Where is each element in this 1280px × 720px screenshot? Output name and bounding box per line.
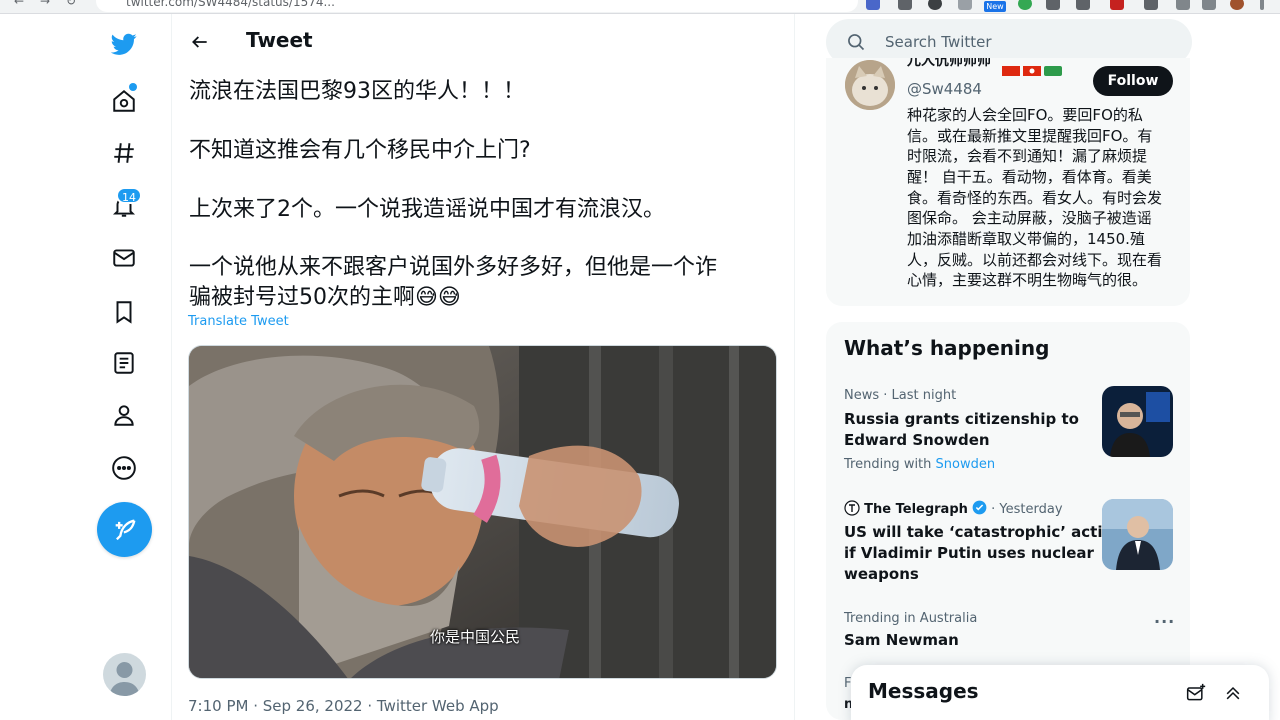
account-avatar[interactable] bbox=[103, 653, 146, 696]
browser-reload-icon[interactable]: ↻ bbox=[66, 0, 76, 8]
video-subtitle: 你是中国公民 bbox=[430, 628, 521, 646]
address-bar-text: twitter.com/SW4484/status/1574... bbox=[126, 0, 335, 9]
translate-tweet-link[interactable]: Translate Tweet bbox=[188, 314, 289, 329]
extension-icon[interactable] bbox=[928, 0, 942, 10]
extension-icon[interactable] bbox=[1144, 0, 1158, 10]
green-emoji-icon bbox=[1044, 66, 1062, 76]
hk-flag-icon bbox=[1023, 66, 1041, 76]
trend-more-button[interactable]: ··· bbox=[1154, 612, 1175, 631]
search-input[interactable] bbox=[885, 31, 1175, 53]
extension-icon[interactable] bbox=[1202, 0, 1216, 10]
twitter-logo-icon[interactable] bbox=[104, 24, 144, 64]
profile-bio-line: 食。看奇怪的东西。看女人。有时会发 bbox=[907, 189, 1163, 207]
browser-back-icon[interactable]: ← bbox=[14, 0, 24, 8]
messages-envelope-icon[interactable] bbox=[104, 238, 144, 278]
trend-thumbnail[interactable] bbox=[1102, 499, 1173, 570]
browser-toolbar: ← → ↻ twitter.com/SW4484/status/1574... bbox=[0, 0, 1280, 14]
new-badge: New bbox=[984, 1, 1006, 12]
more-circle-icon[interactable] bbox=[104, 448, 144, 488]
profile-bio-line: 心情，主要这群不明生物晦气的很。 bbox=[907, 271, 1148, 289]
browser-profile-avatar[interactable] bbox=[1230, 0, 1244, 10]
home-unread-dot bbox=[129, 83, 137, 91]
profile-person-icon[interactable] bbox=[104, 395, 144, 435]
trend-context: News · Last night bbox=[844, 388, 957, 403]
tweet-text-line: 上次来了2个。一个说我造谣说中国才有流浪汉。 bbox=[189, 197, 665, 222]
expand-chevron-icon[interactable] bbox=[1221, 681, 1245, 705]
profile-bio-line: 加油添醋断章取义带偏的，1450.殖 bbox=[907, 230, 1145, 248]
tweet-text-line: 一个说他从来不跟客户说国外多好多好，但他是一个诈 bbox=[189, 255, 718, 280]
browser-menu-icon[interactable] bbox=[1260, 0, 1264, 10]
trend-headline-line[interactable]: if Vladimir Putin uses nuclear bbox=[844, 543, 1094, 564]
home-icon[interactable] bbox=[104, 81, 144, 121]
search-icon bbox=[848, 34, 865, 51]
trend-context: Trending in Australia bbox=[844, 611, 978, 626]
trending-with: Trending with Snowden bbox=[844, 457, 995, 472]
telegraph-logo-icon bbox=[844, 500, 860, 516]
extension-icon[interactable] bbox=[1076, 0, 1090, 10]
messages-title: Messages bbox=[868, 679, 979, 703]
back-button[interactable] bbox=[187, 29, 213, 55]
profile-name-text: 兀人伉师师师 bbox=[907, 58, 991, 69]
trending-with-label: Trending with bbox=[844, 457, 932, 472]
extension-icon[interactable] bbox=[1110, 0, 1124, 10]
profile-bio-line: 信。或在最新推文里提醒我回FO。有 bbox=[907, 127, 1153, 145]
trend-headline-line[interactable]: Sam Newman bbox=[844, 630, 959, 651]
extension-icon[interactable] bbox=[958, 0, 972, 10]
profile-avatar[interactable] bbox=[845, 60, 895, 110]
tweet-text-line: 骗被封号过50次的主啊😅😅 bbox=[189, 285, 461, 310]
profile-handle[interactable]: @Sw4484 bbox=[907, 80, 982, 98]
trend-source-name: The Telegraph bbox=[864, 502, 968, 517]
lists-icon[interactable] bbox=[104, 343, 144, 383]
extension-icon[interactable] bbox=[898, 0, 912, 10]
verified-badge-icon bbox=[972, 500, 987, 515]
compose-tweet-button[interactable] bbox=[97, 502, 152, 557]
trend-headline-line[interactable]: Edward Snowden bbox=[844, 430, 990, 451]
extension-icon[interactable] bbox=[1176, 0, 1190, 10]
extension-icon[interactable] bbox=[1046, 0, 1060, 10]
trend-headline-line[interactable]: weapons bbox=[844, 564, 919, 585]
follow-button[interactable]: Follow bbox=[1093, 66, 1173, 96]
trend-headline-line[interactable]: US will take ‘catastrophic’ action bbox=[844, 522, 1123, 543]
back-arrow-icon bbox=[192, 36, 207, 48]
page: ← → ↻ twitter.com/SW4484/status/1574... … bbox=[0, 0, 1280, 720]
profile-bio-line: 醒！ 自干五。看动物，看体育。看美 bbox=[907, 168, 1152, 186]
extension-icon[interactable] bbox=[1018, 0, 1032, 10]
new-message-icon[interactable] bbox=[1184, 681, 1208, 705]
trend-thumbnail[interactable] bbox=[1102, 386, 1173, 457]
page-title: Tweet bbox=[246, 28, 313, 52]
bookmark-icon[interactable] bbox=[104, 292, 144, 332]
tweet-text-line: 不知道这推会有几个移民中介上门? bbox=[189, 138, 531, 163]
flag-icon bbox=[1002, 66, 1020, 76]
address-bar[interactable]: twitter.com/SW4484/status/1574... bbox=[96, 0, 858, 12]
feather-plus-icon bbox=[115, 519, 135, 540]
profile-bio-line: 种花家的人会全回FO。要回FO的私 bbox=[907, 106, 1143, 124]
explore-hashtag-icon[interactable] bbox=[104, 133, 144, 173]
profile-bio-line: 人，反贼。以前还都会对线下。现在看 bbox=[907, 251, 1163, 269]
extension-icon[interactable] bbox=[866, 0, 880, 10]
trend-headline-line[interactable]: Russia grants citizenship to bbox=[844, 409, 1079, 430]
tweet-text-line: 流浪在法国巴黎93区的华人！！！ bbox=[189, 79, 525, 104]
trend-source: The Telegraph · Yesterday bbox=[844, 500, 1063, 517]
tweet-timestamp[interactable]: 7:10 PM · Sep 26, 2022 · Twitter Web App bbox=[188, 697, 499, 715]
browser-forward-icon[interactable]: → bbox=[40, 0, 50, 8]
trend-time: · Yesterday bbox=[991, 502, 1063, 517]
profile-bio-line: 图保命。 会主动屏蔽，没脑子被造谣 bbox=[907, 209, 1152, 227]
profile-bio-line: 时限流，会看不到通知！漏了麻烦提 bbox=[907, 147, 1148, 165]
notifications-count-badge: 14 bbox=[116, 187, 142, 204]
trending-with-link[interactable]: Snowden bbox=[936, 457, 996, 472]
whats-happening-title: What’s happening bbox=[844, 336, 1050, 360]
